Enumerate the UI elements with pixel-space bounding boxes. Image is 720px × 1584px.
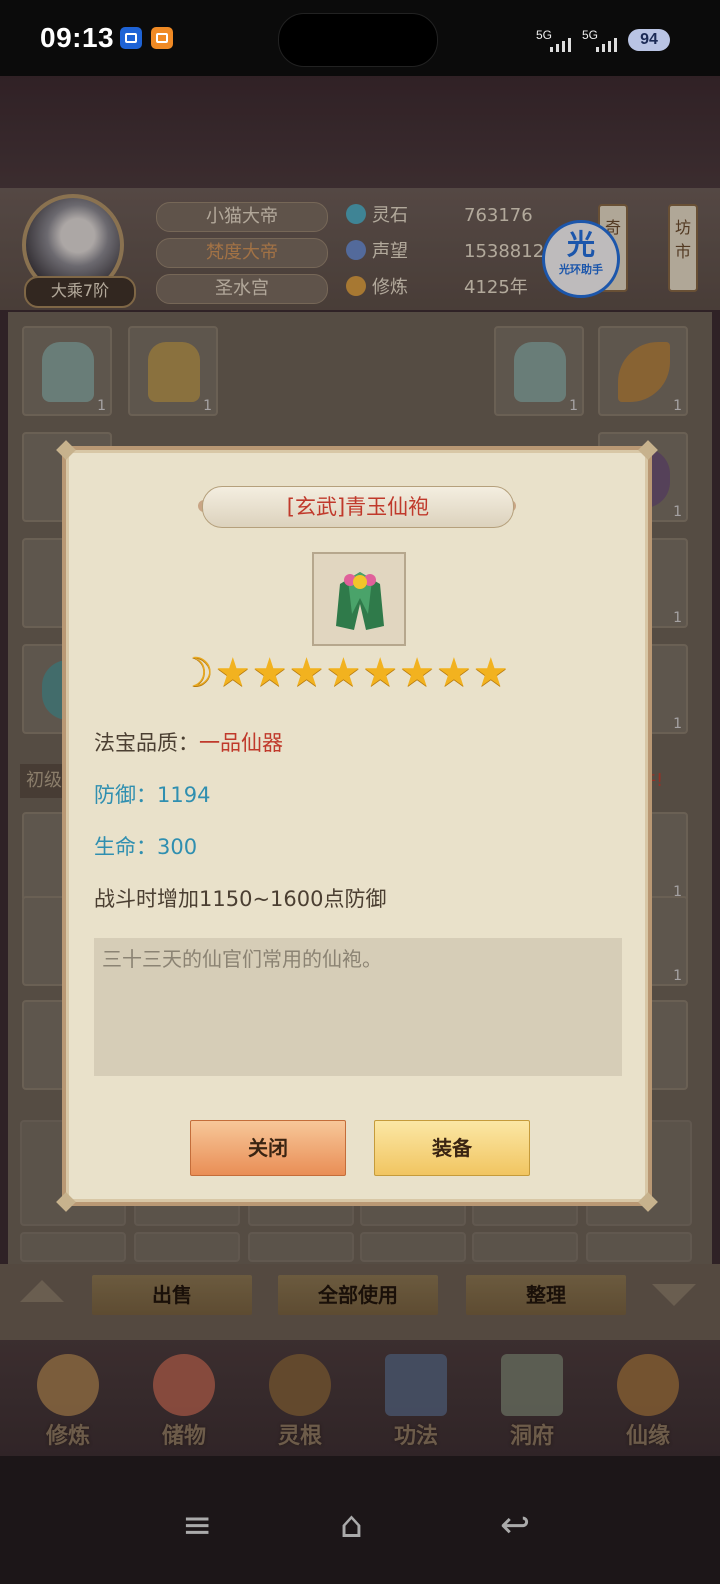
item-quality: 法宝品质：一品仙器: [94, 731, 283, 755]
stars-icon: ★★★★★★★★: [214, 650, 510, 696]
status-bar: 09:13 5G 5G 94: [0, 0, 720, 76]
item-effect: 战斗时增加1150~1600点防御: [94, 887, 387, 911]
menu-icon[interactable]: ≡: [182, 1508, 212, 1544]
notification-app-icon: [151, 27, 173, 49]
equip-button[interactable]: 装备: [374, 1120, 530, 1176]
signal-icon: [550, 38, 571, 52]
item-title: [玄武]青玉仙袍: [202, 486, 514, 528]
close-button[interactable]: 关闭: [190, 1120, 346, 1176]
star-rating: ☽★★★★★★★★: [178, 650, 538, 696]
signal-icon: [596, 38, 617, 52]
item-detail-dialog: [玄武]青玉仙袍 ☽★★★★★★★★ 法宝品质：一品仙器 防御：1194 生命：…: [56, 440, 658, 1212]
system-nav-bar: ≡ ⌂ ↩: [0, 1456, 720, 1584]
robe-icon: [336, 572, 384, 630]
item-image: [312, 552, 406, 646]
item-description: 三十三天的仙官们常用的仙袍。: [94, 938, 622, 1076]
camera-notch: [278, 13, 438, 67]
item-defense: 防御：1194: [94, 783, 211, 807]
clock: 09:13: [40, 22, 115, 53]
item-life: 生命：300: [94, 835, 198, 859]
back-icon[interactable]: ↩: [500, 1508, 530, 1544]
battery-indicator: 94: [628, 29, 670, 51]
notification-app-icon: [120, 27, 142, 49]
moon-icon: ☽: [178, 650, 215, 696]
home-icon[interactable]: ⌂: [340, 1508, 363, 1544]
